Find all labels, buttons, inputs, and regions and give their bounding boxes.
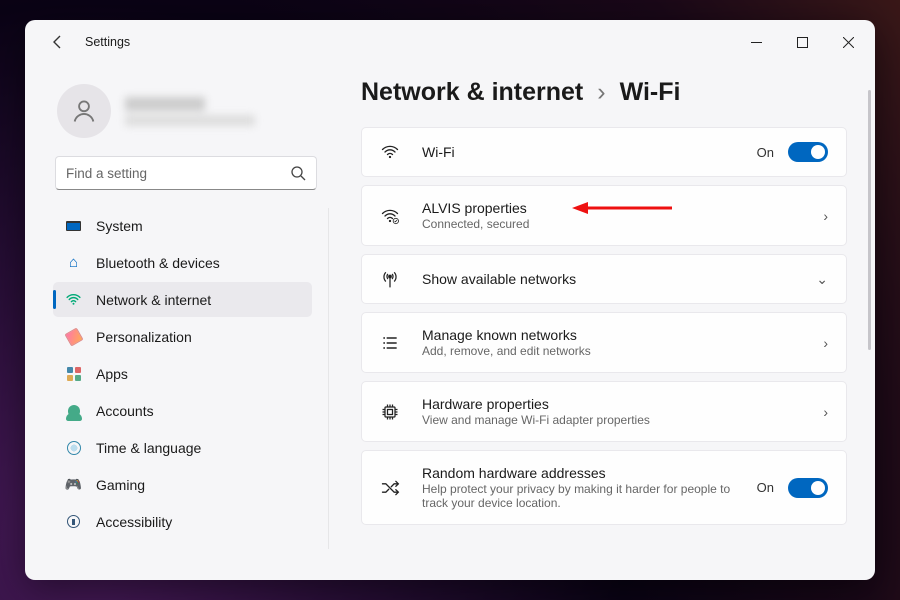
chevron-down-icon: ⌄ bbox=[816, 271, 828, 288]
bluetooth-icon: ⌂ bbox=[65, 254, 82, 271]
chevron-right-icon: › bbox=[823, 208, 828, 224]
sidebar-item-label: System bbox=[96, 218, 143, 234]
time-icon bbox=[65, 439, 82, 456]
sidebar-item-label: Gaming bbox=[96, 477, 145, 493]
breadcrumb: Network & internet › Wi-Fi bbox=[361, 78, 865, 107]
settings-list[interactable]: Wi-Fi On ALVIS properties Connected, sec… bbox=[361, 127, 865, 580]
list-icon bbox=[380, 333, 400, 353]
wifi-toggle[interactable] bbox=[788, 142, 828, 162]
card-title: ALVIS properties bbox=[422, 200, 801, 216]
search-input[interactable] bbox=[66, 166, 290, 181]
scrollbar[interactable] bbox=[868, 90, 871, 350]
nav-list: System ⌂ Bluetooth & devices Network & i… bbox=[53, 208, 329, 549]
back-button[interactable] bbox=[43, 27, 73, 57]
settings-window: Settings bbox=[25, 20, 875, 580]
sidebar-item-time[interactable]: Time & language bbox=[53, 430, 312, 465]
system-icon bbox=[65, 217, 82, 234]
sidebar-item-apps[interactable]: Apps bbox=[53, 356, 312, 391]
window-controls bbox=[733, 26, 871, 58]
wifi-connected-icon bbox=[380, 206, 400, 226]
titlebar: Settings bbox=[25, 20, 875, 64]
card-title: Random hardware addresses bbox=[422, 465, 735, 481]
sidebar-item-label: Accounts bbox=[96, 403, 154, 419]
wifi-icon bbox=[65, 291, 82, 308]
sidebar-item-label: Personalization bbox=[96, 329, 192, 345]
search-icon bbox=[290, 165, 306, 181]
sidebar-item-system[interactable]: System bbox=[53, 208, 312, 243]
sidebar-item-label: Apps bbox=[96, 366, 128, 382]
sidebar: System ⌂ Bluetooth & devices Network & i… bbox=[25, 64, 335, 580]
antenna-icon bbox=[380, 269, 400, 289]
card-title: Wi-Fi bbox=[422, 144, 735, 160]
close-button[interactable] bbox=[825, 26, 871, 58]
avatar bbox=[57, 84, 111, 138]
maximize-button[interactable] bbox=[779, 26, 825, 58]
sidebar-item-label: Time & language bbox=[96, 440, 201, 456]
sidebar-item-accessibility[interactable]: Accessibility bbox=[53, 504, 312, 539]
chevron-right-icon: › bbox=[823, 335, 828, 351]
minimize-button[interactable] bbox=[733, 26, 779, 58]
sidebar-item-label: Accessibility bbox=[96, 514, 172, 530]
accounts-icon bbox=[65, 402, 82, 419]
wifi-toggle-card[interactable]: Wi-Fi On bbox=[361, 127, 847, 177]
wifi-icon bbox=[380, 142, 400, 162]
profile-info bbox=[125, 97, 255, 126]
toggle-state-label: On bbox=[757, 480, 774, 495]
chevron-right-icon: › bbox=[597, 78, 605, 107]
shuffle-icon bbox=[380, 478, 400, 498]
breadcrumb-current: Wi-Fi bbox=[620, 78, 681, 107]
random-addresses-toggle[interactable] bbox=[788, 478, 828, 498]
card-subtitle: Connected, secured bbox=[422, 217, 801, 231]
manage-known-networks-card[interactable]: Manage known networks Add, remove, and e… bbox=[361, 312, 847, 373]
apps-icon bbox=[65, 365, 82, 382]
toggle-state-label: On bbox=[757, 145, 774, 160]
profile-section[interactable] bbox=[53, 74, 329, 156]
card-title: Show available networks bbox=[422, 271, 794, 287]
chevron-right-icon: › bbox=[823, 404, 828, 420]
gaming-icon: 🎮 bbox=[65, 476, 82, 493]
window-title: Settings bbox=[85, 35, 130, 49]
sidebar-item-gaming[interactable]: 🎮 Gaming bbox=[53, 467, 312, 502]
card-subtitle: Help protect your privacy by making it h… bbox=[422, 482, 735, 510]
search-box[interactable] bbox=[55, 156, 317, 190]
card-title: Manage known networks bbox=[422, 327, 801, 343]
main-content: Network & internet › Wi-Fi Wi-Fi On bbox=[335, 64, 875, 580]
sidebar-item-label: Network & internet bbox=[96, 292, 211, 308]
sidebar-item-accounts[interactable]: Accounts bbox=[53, 393, 312, 428]
accessibility-icon bbox=[65, 513, 82, 530]
network-properties-card[interactable]: ALVIS properties Connected, secured › bbox=[361, 185, 847, 246]
chip-icon bbox=[380, 402, 400, 422]
card-subtitle: View and manage Wi-Fi adapter properties bbox=[422, 413, 801, 427]
card-title: Hardware properties bbox=[422, 396, 801, 412]
card-subtitle: Add, remove, and edit networks bbox=[422, 344, 801, 358]
breadcrumb-parent[interactable]: Network & internet bbox=[361, 78, 583, 107]
sidebar-item-bluetooth[interactable]: ⌂ Bluetooth & devices bbox=[53, 245, 312, 280]
personalization-icon bbox=[65, 328, 82, 345]
show-available-networks-card[interactable]: Show available networks ⌄ bbox=[361, 254, 847, 304]
random-hardware-addresses-card[interactable]: Random hardware addresses Help protect y… bbox=[361, 450, 847, 525]
sidebar-item-personalization[interactable]: Personalization bbox=[53, 319, 312, 354]
hardware-properties-card[interactable]: Hardware properties View and manage Wi-F… bbox=[361, 381, 847, 442]
sidebar-item-label: Bluetooth & devices bbox=[96, 255, 220, 271]
sidebar-item-network[interactable]: Network & internet bbox=[53, 282, 312, 317]
